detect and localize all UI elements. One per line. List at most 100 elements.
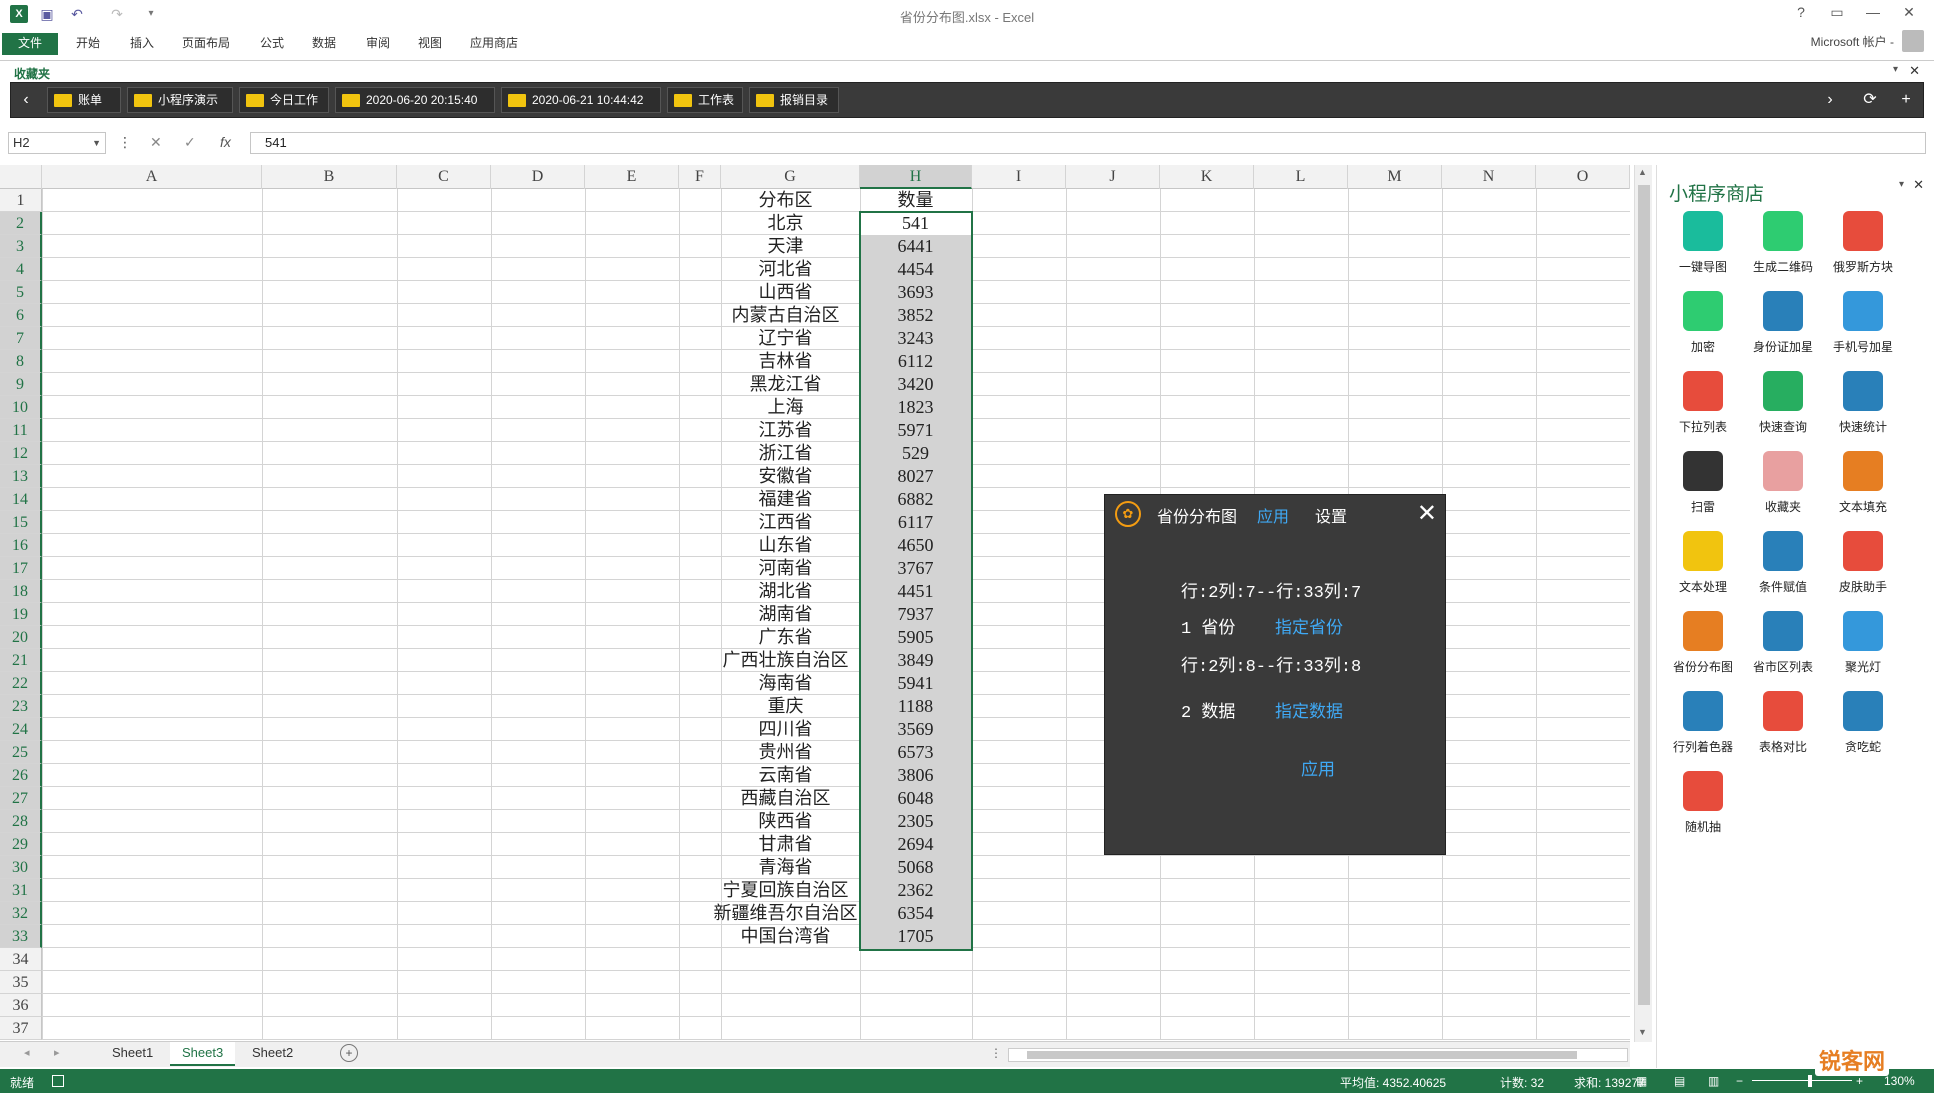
app-text-process[interactable]: 文本处理 — [1663, 531, 1743, 609]
row-header[interactable]: 7 — [0, 327, 42, 350]
app-dropdown[interactable]: 下拉列表 — [1663, 371, 1743, 449]
zoom-slider-handle[interactable] — [1808, 1075, 1812, 1087]
dialog-tab-settings[interactable]: 设置 — [1315, 503, 1347, 527]
enter-icon[interactable]: ✓ — [184, 134, 196, 151]
cell-province[interactable]: 湖北省 — [713, 580, 858, 603]
column-header-a[interactable]: A — [42, 165, 262, 189]
cell-quantity[interactable]: 1705 — [860, 925, 971, 948]
split-handle-icon[interactable]: ⋮ — [990, 1046, 1002, 1060]
app-snake[interactable]: 贪吃蛇 — [1823, 691, 1903, 769]
cell-province[interactable]: 重庆 — [713, 695, 858, 718]
tab-page-layout[interactable]: 页面布局 — [172, 33, 240, 55]
row-header[interactable]: 17 — [0, 557, 42, 580]
cell-province[interactable]: 贵州省 — [713, 741, 858, 764]
row-header[interactable]: 22 — [0, 672, 42, 695]
zoom-level[interactable]: 130% — [1884, 1074, 1915, 1088]
row-header[interactable]: 13 — [0, 465, 42, 488]
dialog-tab-apply[interactable]: 应用 — [1257, 503, 1289, 527]
row-header[interactable]: 8 — [0, 350, 42, 373]
cell-province[interactable]: 山西省 — [713, 281, 858, 304]
row-header[interactable]: 23 — [0, 695, 42, 718]
row-header[interactable]: 33 — [0, 925, 42, 948]
row-header[interactable]: 29 — [0, 833, 42, 856]
page-break-view-icon[interactable]: ▥ — [1708, 1074, 1719, 1088]
row-header[interactable]: 34 — [0, 948, 42, 971]
row-header[interactable]: 28 — [0, 810, 42, 833]
app-shirt[interactable]: 皮肤助手 — [1823, 531, 1903, 609]
cell-province[interactable]: 安徽省 — [713, 465, 858, 488]
minimize-icon[interactable]: — — [1858, 4, 1888, 24]
column-header-l[interactable]: L — [1254, 165, 1348, 189]
zoom-slider[interactable] — [1752, 1080, 1852, 1081]
cell-quantity[interactable]: 6441 — [860, 235, 971, 258]
app-search[interactable]: 快速查询 — [1743, 371, 1823, 449]
row-header[interactable]: 1 — [0, 189, 42, 212]
panel-menu-icon[interactable]: ▾ — [1899, 179, 1904, 190]
row-header[interactable]: 10 — [0, 396, 42, 419]
row-header[interactable]: 2 — [0, 212, 42, 235]
column-header-f[interactable]: F — [679, 165, 721, 189]
add-favorite-icon[interactable]: + — [1895, 89, 1917, 113]
cell-province[interactable]: 黑龙江省 — [713, 373, 858, 396]
cell-quantity[interactable]: 7937 — [860, 603, 971, 626]
app-mine[interactable]: 扫雷 — [1663, 451, 1743, 529]
column-header-g[interactable]: G — [721, 165, 860, 189]
sheet-next-icon[interactable]: ▸ — [54, 1046, 60, 1059]
cell-quantity[interactable]: 3849 — [860, 649, 971, 672]
app-china-map[interactable]: 省份分布图 — [1663, 611, 1743, 689]
app-lock[interactable]: 加密 — [1663, 291, 1743, 369]
tab-view[interactable]: 视图 — [408, 33, 452, 55]
row-header[interactable]: 14 — [0, 488, 42, 511]
cell-quantity[interactable]: 6354 — [860, 902, 971, 925]
cell-quantity[interactable]: 6117 — [860, 511, 971, 534]
app-wheel[interactable]: 随机抽 — [1663, 771, 1743, 849]
tab-file[interactable]: 文件 — [2, 33, 58, 55]
cell-province[interactable]: 辽宁省 — [713, 327, 858, 350]
column-header-c[interactable]: C — [397, 165, 491, 189]
column-header-d[interactable]: D — [491, 165, 585, 189]
cell-quantity[interactable]: 6112 — [860, 350, 971, 373]
app-paint-bucket[interactable]: 行列着色器 — [1663, 691, 1743, 769]
scroll-down-icon[interactable]: ▼ — [1638, 1027, 1647, 1037]
vertical-scroll-thumb[interactable] — [1638, 185, 1650, 1005]
column-header-e[interactable]: E — [585, 165, 679, 189]
panel-close-icon[interactable]: ✕ — [1913, 177, 1924, 193]
cell-province[interactable]: 福建省 — [713, 488, 858, 511]
row-header[interactable]: 15 — [0, 511, 42, 534]
cell-quantity[interactable]: 3767 — [860, 557, 971, 580]
cell-quantity[interactable]: 3243 — [860, 327, 971, 350]
cell-province[interactable]: 云南省 — [713, 764, 858, 787]
column-header-m[interactable]: M — [1348, 165, 1442, 189]
app-bulb[interactable]: 聚光灯 — [1823, 611, 1903, 689]
cell-quantity[interactable]: 5971 — [860, 419, 971, 442]
name-box[interactable]: H2 ▼ — [8, 132, 106, 154]
sheet-prev-icon[interactable]: ◂ — [24, 1046, 30, 1059]
cell-quantity[interactable]: 3420 — [860, 373, 971, 396]
app-compare[interactable]: 表格对比 — [1743, 691, 1823, 769]
favorite-item[interactable]: 账单 — [47, 87, 121, 113]
favorite-item[interactable]: 今日工作 — [239, 87, 329, 113]
horizontal-scroll-thumb[interactable] — [1027, 1051, 1577, 1059]
cell-province[interactable]: 宁夏回族自治区 — [713, 879, 858, 902]
favorite-item[interactable]: 小程序演示 — [127, 87, 233, 113]
row-header[interactable]: 24 — [0, 718, 42, 741]
cell-province[interactable]: 内蒙古自治区 — [713, 304, 858, 327]
cell-quantity[interactable]: 6048 — [860, 787, 971, 810]
app-qrcode[interactable]: 生成二维码 — [1743, 211, 1823, 289]
cell-province[interactable]: 中国台湾省 — [713, 925, 858, 948]
cell-quantity[interactable]: 4454 — [860, 258, 971, 281]
row-header[interactable]: 11 — [0, 419, 42, 442]
assign-data-button[interactable]: 指定数据 — [1275, 697, 1343, 723]
tab-data[interactable]: 数据 — [302, 33, 346, 55]
app-cube[interactable]: 俄罗斯方块 — [1823, 211, 1903, 289]
row-header[interactable]: 4 — [0, 258, 42, 281]
tab-review[interactable]: 审阅 — [356, 33, 400, 55]
row-header[interactable]: 12 — [0, 442, 42, 465]
account-menu[interactable]: Microsoft 帐户 - — [1811, 30, 1894, 56]
cell-quantity[interactable]: 3852 — [860, 304, 971, 327]
cell-quantity[interactable]: 6882 — [860, 488, 971, 511]
column-header-h[interactable]: H — [860, 165, 972, 189]
cell-province[interactable]: 广西壮族自治区 — [713, 649, 858, 672]
refresh-icon[interactable]: ⟳ — [1859, 89, 1881, 113]
sheet-tab-sheet1[interactable]: Sheet1 — [100, 1042, 165, 1066]
